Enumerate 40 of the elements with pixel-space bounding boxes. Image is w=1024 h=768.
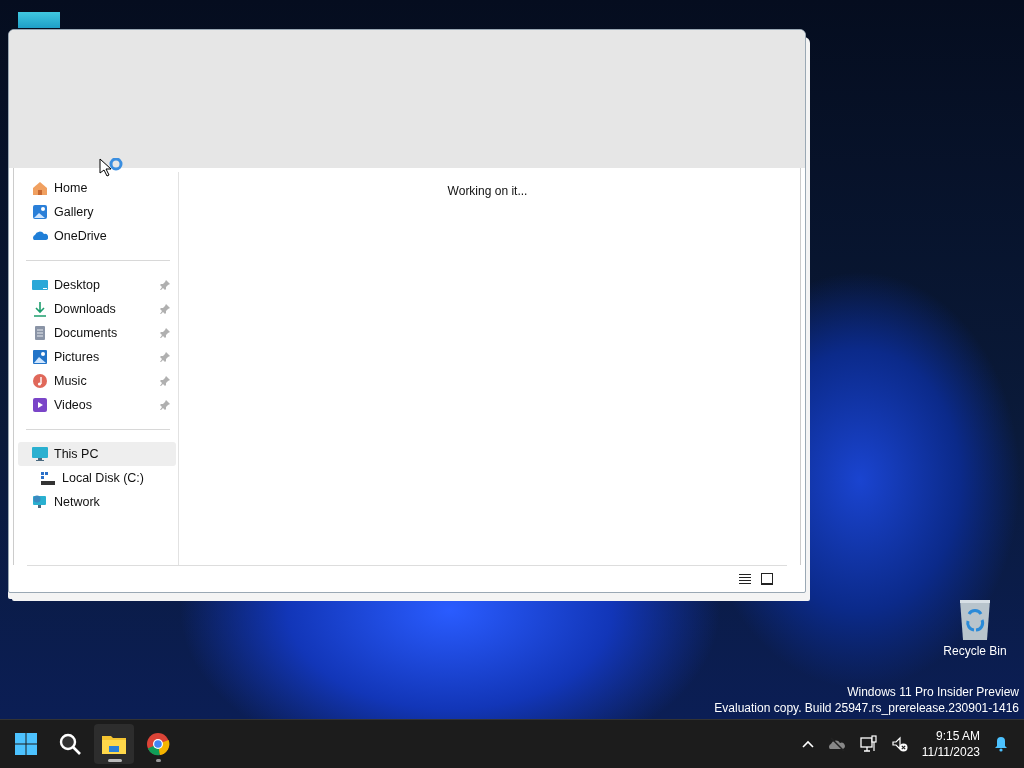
details-view-icon bbox=[739, 573, 751, 585]
network-icon bbox=[32, 494, 48, 510]
nav-item[interactable]: Videos bbox=[18, 393, 176, 417]
nav-item[interactable]: Pictures bbox=[18, 345, 176, 369]
nav-item[interactable]: Local Disk (C:) bbox=[18, 466, 176, 490]
home-icon bbox=[32, 180, 48, 196]
search-icon bbox=[59, 733, 81, 755]
bell-icon[interactable] bbox=[994, 736, 1008, 752]
nav-item[interactable]: Desktop bbox=[18, 273, 176, 297]
nav-item[interactable]: This PC bbox=[18, 442, 176, 466]
picture-icon bbox=[32, 349, 48, 365]
download-icon bbox=[32, 301, 48, 317]
picture-icon bbox=[32, 204, 48, 220]
document-icon bbox=[32, 325, 48, 341]
drive-icon bbox=[40, 470, 56, 486]
status-text: Working on it... bbox=[447, 184, 528, 198]
chevron-up-icon[interactable] bbox=[801, 740, 814, 748]
tiles-view-icon bbox=[761, 573, 773, 585]
watermark-text: Evaluation copy. Build 25947.rs_prerelease.230901-1416 bbox=[714, 700, 1019, 716]
desktop-icon bbox=[32, 277, 48, 293]
start-icon bbox=[15, 733, 37, 755]
nav-item[interactable]: Gallery bbox=[18, 200, 176, 224]
nav-item[interactable]: Documents bbox=[18, 321, 176, 345]
nav-item[interactable]: OneDrive bbox=[18, 224, 176, 248]
network-icon[interactable] bbox=[859, 735, 878, 753]
music-note-icon bbox=[32, 373, 48, 389]
cloud-off-icon[interactable] bbox=[827, 737, 846, 751]
taskbar-button[interactable] bbox=[94, 724, 134, 764]
nav-item[interactable]: Network bbox=[18, 490, 176, 514]
nav-item[interactable]: Downloads bbox=[18, 297, 176, 321]
chrome-icon bbox=[146, 732, 170, 756]
monitor-icon bbox=[32, 446, 48, 462]
volume-muted-icon[interactable] bbox=[891, 736, 908, 752]
nav-item[interactable]: Home bbox=[18, 176, 176, 200]
recycle-bin-icon bbox=[957, 598, 993, 640]
clock[interactable]: 9:15 AM 11/11/2023 bbox=[917, 728, 984, 760]
watermark-text: Windows 11 Pro Insider Preview bbox=[846, 684, 1019, 700]
video-icon bbox=[32, 397, 48, 413]
desktop-icon-label[interactable]: Recycle Bin bbox=[943, 644, 1007, 658]
nav-item[interactable]: Music bbox=[18, 369, 176, 393]
